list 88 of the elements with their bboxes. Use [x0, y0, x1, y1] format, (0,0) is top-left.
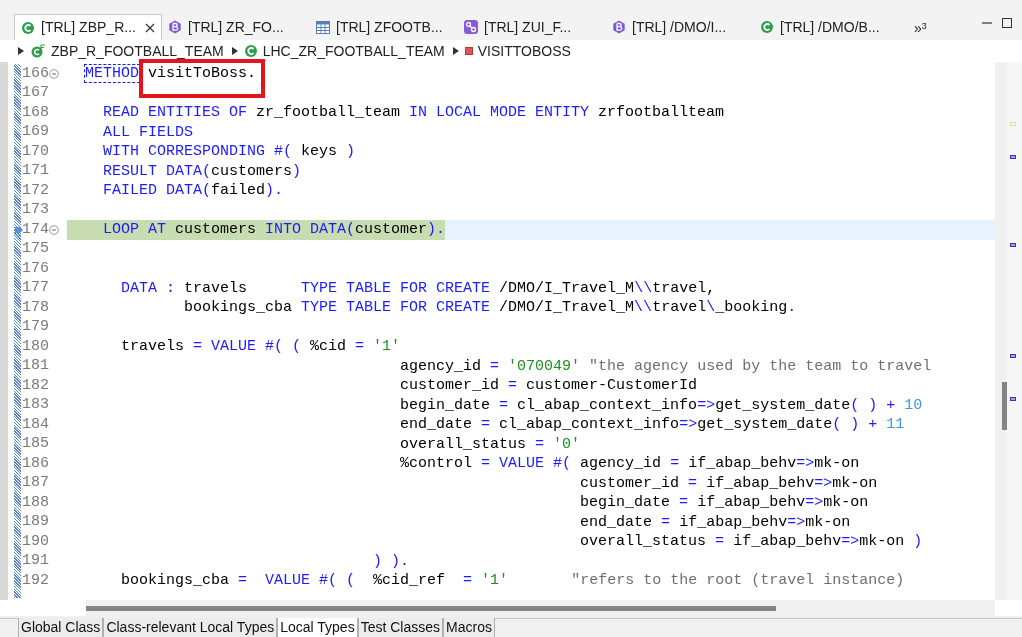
- code-line: travels = VALUE #( ( %cid = '1': [120, 337, 401, 357]
- line-number: 172: [21, 180, 49, 201]
- source-tab[interactable]: Class-relevant Local Types: [103, 618, 278, 637]
- code-line: DATA : travels TYPE TABLE FOR CREATE /DMO/I_Travel_M\\travel,: [120, 278, 716, 298]
- code-line: agency_id = '070049' "the agency used by the team to travel: [399, 356, 932, 376]
- line-number: 192: [21, 570, 49, 591]
- method-icon: [464, 47, 473, 55]
- editor-tab[interactable]: [TRL] /DMO/B...: [754, 14, 902, 40]
- code-line: overall_status = '0': [399, 434, 581, 454]
- maximize-icon[interactable]: [1002, 18, 1012, 28]
- line-number: 166: [21, 63, 49, 84]
- editor-tab[interactable]: [TRL] ZUI_F...: [458, 14, 606, 40]
- editor-tab[interactable]: [TRL] ZFOOTB...: [310, 14, 458, 40]
- line-number: 174: [21, 219, 49, 240]
- chevron-icon: [18, 47, 24, 55]
- line-number: 176: [21, 258, 49, 279]
- line-number: 182: [21, 375, 49, 396]
- code-line: bookings_cba = VALUE #( ( %cid_ref = '1' "refers to the root (travel instance): [120, 571, 905, 591]
- breadcrumb-item[interactable]: LHC_ZR_FOOTBALL_TEAM: [243, 40, 445, 62]
- chevron-icon: [231, 47, 238, 55]
- line-number: 175: [21, 239, 49, 259]
- chevron-icon: [452, 47, 459, 55]
- close-icon[interactable]: [145, 22, 155, 33]
- source-tab[interactable]: Local Types: [277, 618, 358, 637]
- source-tab[interactable]: Global Class: [18, 618, 104, 637]
- behavior-icon: [612, 20, 626, 34]
- debug-marker-icon[interactable]: [15, 226, 24, 234]
- class-icon: [30, 44, 46, 58]
- line-number: 168: [21, 102, 49, 123]
- line-number: 180: [21, 336, 49, 357]
- breadcrumb-label: VISITTOBOSS: [477, 41, 571, 61]
- code-line: customer_id = if_abap_behv=>mk-on: [579, 473, 878, 493]
- editor-tab[interactable]: [TRL] ZR_FO...: [162, 14, 310, 40]
- line-number: 173: [21, 200, 49, 220]
- overview-marker[interactable]: [1010, 243, 1016, 247]
- breadcrumb-label: LHC_ZR_FOOTBALL_TEAM: [262, 41, 445, 61]
- source-tab[interactable]: Test Classes: [357, 618, 444, 637]
- code-line: begin_date = if_abap_behv=>mk-on: [579, 493, 869, 513]
- code-line: FAILED DATA(failed).: [102, 181, 284, 201]
- code-line: WITH CORRESPONDING #( keys ): [102, 142, 356, 162]
- fold-icon[interactable]: [49, 224, 59, 235]
- code-line: READ ENTITIES OF zr_football_team IN LOCAL MODE ENTITY zrfootballteam: [102, 103, 725, 123]
- line-number: 191: [21, 551, 49, 571]
- line-number: 186: [21, 453, 49, 474]
- line-number: 188: [21, 492, 49, 513]
- code-line: ALL FIELDS: [102, 122, 194, 142]
- code-line: end_date = cl_abap_context_info=>get_system_date( ) + 11: [399, 415, 905, 435]
- code-line: customer_id = customer-CustomerId: [399, 376, 698, 396]
- code-line: end_date = if_abap_behv=>mk-on: [579, 512, 851, 532]
- class-icon: [760, 20, 774, 34]
- line-number: 167: [21, 83, 49, 103]
- editor-tab[interactable]: [TRL] ZBP_R...: [14, 14, 162, 40]
- horizontal-scrollbar-thumb[interactable]: [86, 605, 776, 611]
- breadcrumb-item[interactable]: ZBP_R_FOOTBALL_TEAM: [30, 40, 224, 62]
- line-number: 189: [21, 512, 49, 532]
- line-number: 190: [21, 531, 49, 552]
- fold-icon[interactable]: [49, 68, 59, 79]
- overview-marker[interactable]: [1010, 397, 1016, 401]
- line-number: 170: [21, 141, 49, 162]
- line-number: 169: [21, 122, 49, 142]
- vertical-scrollbar-thumb[interactable]: [1002, 382, 1007, 430]
- table-icon: [316, 20, 330, 34]
- code-line: begin_date = cl_abap_context_info=>get_system_date( ) + 10: [399, 395, 923, 415]
- class-icon: [21, 20, 35, 35]
- source-tab[interactable]: Macros: [443, 618, 495, 637]
- line-number: 187: [21, 473, 49, 493]
- line-number: 185: [21, 434, 49, 454]
- line-number: 179: [21, 317, 49, 337]
- code-line: overall_status = if_abap_behv=>mk-on ): [579, 532, 923, 552]
- overview-marker[interactable]: [1010, 155, 1016, 159]
- code-line: RESULT DATA(customers): [102, 161, 302, 181]
- code-line: bookings_cba TYPE TABLE FOR CREATE /DMO/I_Travel_M\\travel\_booking.: [183, 298, 797, 318]
- service-icon: [464, 20, 478, 34]
- line-number: 184: [21, 414, 49, 435]
- line-number: 171: [21, 161, 49, 181]
- breadcrumb-item[interactable]: VISITTOBOSS: [464, 40, 571, 62]
- line-number: 178: [21, 297, 49, 318]
- code-line: ) ).: [372, 551, 410, 571]
- line-number: 181: [21, 356, 49, 376]
- behavior-icon: [168, 20, 182, 34]
- line-number: 183: [21, 395, 49, 415]
- code-line: %control = VALUE #( agency_id = if_abap_behv=>mk-on: [399, 454, 860, 474]
- code-line: METHOD visitToBoss.: [84, 64, 257, 84]
- class-icon: [243, 44, 258, 58]
- editor-tab[interactable]: [TRL] /DMO/I...: [606, 14, 754, 40]
- breadcrumb-label: ZBP_R_FOOTBALL_TEAM: [51, 41, 224, 61]
- line-number: 177: [21, 278, 49, 298]
- overview-marker[interactable]: [1010, 354, 1016, 358]
